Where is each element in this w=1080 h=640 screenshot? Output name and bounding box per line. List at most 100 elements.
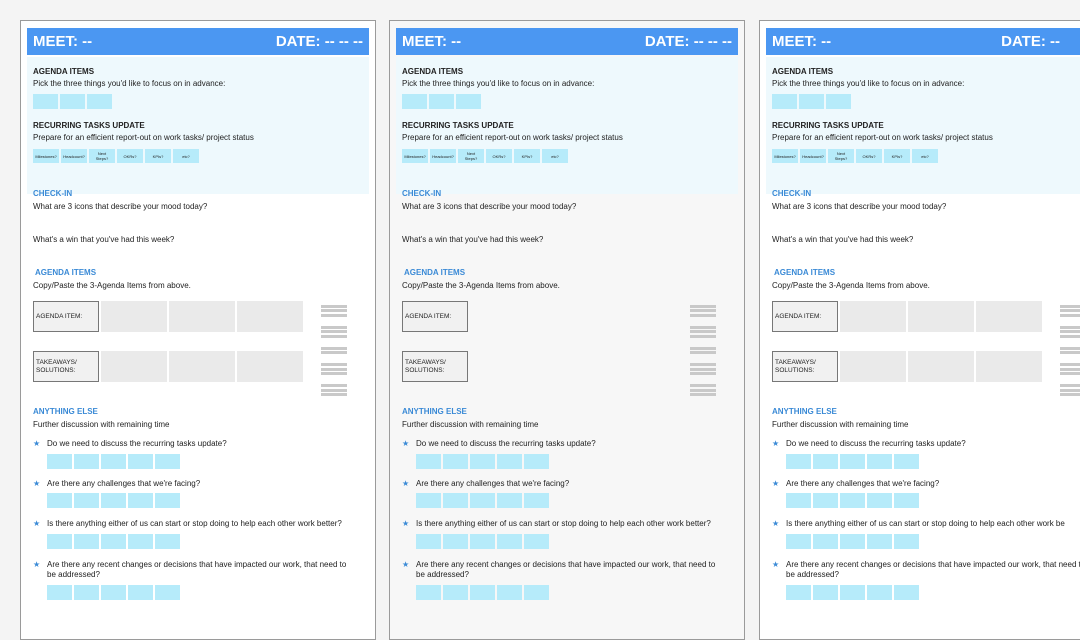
agenda-pick-box[interactable] bbox=[799, 94, 824, 109]
agenda-item-cell[interactable] bbox=[908, 301, 974, 332]
tag-etc[interactable]: etc? bbox=[173, 149, 199, 163]
tag-milestones[interactable]: Milestones? bbox=[772, 149, 798, 163]
answer-box[interactable] bbox=[840, 454, 865, 469]
answer-box[interactable] bbox=[128, 585, 153, 600]
answer-box[interactable] bbox=[47, 493, 72, 508]
tag-kpis[interactable]: KPIs? bbox=[514, 149, 540, 163]
answer-box[interactable] bbox=[47, 454, 72, 469]
tag-headcount[interactable]: Headcount? bbox=[61, 149, 87, 163]
answer-box[interactable] bbox=[786, 454, 811, 469]
agenda-item-cell[interactable] bbox=[169, 301, 235, 332]
answer-box[interactable] bbox=[813, 534, 838, 549]
answer-box[interactable] bbox=[47, 585, 72, 600]
answer-box[interactable] bbox=[894, 454, 919, 469]
answer-box[interactable] bbox=[443, 493, 468, 508]
answer-box[interactable] bbox=[867, 493, 892, 508]
answer-box[interactable] bbox=[840, 585, 865, 600]
agenda-pick-box[interactable] bbox=[772, 94, 797, 109]
answer-box[interactable] bbox=[470, 493, 495, 508]
answer-box[interactable] bbox=[524, 534, 549, 549]
agenda-pick-box[interactable] bbox=[826, 94, 851, 109]
tag-okrs[interactable]: OKRs? bbox=[856, 149, 882, 163]
answer-box[interactable] bbox=[497, 585, 522, 600]
answer-box[interactable] bbox=[524, 493, 549, 508]
answer-box[interactable] bbox=[128, 493, 153, 508]
answer-box[interactable] bbox=[128, 534, 153, 549]
tag-kpis[interactable]: KPIs? bbox=[145, 149, 171, 163]
answer-box[interactable] bbox=[443, 534, 468, 549]
agenda-item-cell[interactable] bbox=[237, 301, 303, 332]
answer-box[interactable] bbox=[416, 585, 441, 600]
answer-box[interactable] bbox=[155, 585, 180, 600]
answer-box[interactable] bbox=[47, 534, 72, 549]
tag-headcount[interactable]: Headcount? bbox=[800, 149, 826, 163]
answer-box[interactable] bbox=[813, 493, 838, 508]
tag-next-steps[interactable]: Next Steps? bbox=[458, 149, 484, 163]
agenda-item-cell[interactable] bbox=[101, 301, 167, 332]
answer-box[interactable] bbox=[813, 585, 838, 600]
takeaway-cell[interactable] bbox=[840, 351, 906, 382]
takeaway-cell[interactable] bbox=[976, 351, 1042, 382]
answer-box[interactable] bbox=[74, 534, 99, 549]
answer-box[interactable] bbox=[867, 454, 892, 469]
answer-box[interactable] bbox=[443, 585, 468, 600]
answer-box[interactable] bbox=[101, 454, 126, 469]
star-icon: ★ bbox=[772, 519, 780, 528]
answer-box[interactable] bbox=[101, 493, 126, 508]
answer-box[interactable] bbox=[416, 534, 441, 549]
answer-box[interactable] bbox=[867, 585, 892, 600]
answer-box[interactable] bbox=[840, 493, 865, 508]
answer-box[interactable] bbox=[443, 454, 468, 469]
takeaway-cell[interactable] bbox=[237, 351, 303, 382]
answer-box[interactable] bbox=[786, 493, 811, 508]
answer-box[interactable] bbox=[74, 454, 99, 469]
agenda-item-cell[interactable] bbox=[840, 301, 906, 332]
answer-box[interactable] bbox=[155, 454, 180, 469]
answer-box[interactable] bbox=[894, 585, 919, 600]
agenda-pick-box[interactable] bbox=[429, 94, 454, 109]
takeaway-cell[interactable] bbox=[908, 351, 974, 382]
answer-box[interactable] bbox=[74, 585, 99, 600]
answer-box[interactable] bbox=[840, 534, 865, 549]
answer-box[interactable] bbox=[416, 454, 441, 469]
tag-etc[interactable]: etc? bbox=[912, 149, 938, 163]
answer-box[interactable] bbox=[786, 585, 811, 600]
answer-box[interactable] bbox=[74, 493, 99, 508]
answer-box[interactable] bbox=[128, 454, 153, 469]
answer-box[interactable] bbox=[101, 534, 126, 549]
answer-box[interactable] bbox=[497, 454, 522, 469]
takeaway-cell[interactable] bbox=[101, 351, 167, 382]
answer-box[interactable] bbox=[894, 534, 919, 549]
agenda-pick-box[interactable] bbox=[87, 94, 112, 109]
answer-box[interactable] bbox=[101, 585, 126, 600]
answer-box[interactable] bbox=[155, 534, 180, 549]
answer-box[interactable] bbox=[524, 454, 549, 469]
tag-next-steps[interactable]: Next Steps? bbox=[89, 149, 115, 163]
agenda-pick-box[interactable] bbox=[402, 94, 427, 109]
answer-box[interactable] bbox=[813, 454, 838, 469]
agenda-pick-box[interactable] bbox=[60, 94, 85, 109]
tag-headcount[interactable]: Headcount? bbox=[430, 149, 456, 163]
tag-next-steps[interactable]: Next Steps? bbox=[828, 149, 854, 163]
answer-box[interactable] bbox=[894, 493, 919, 508]
answer-box[interactable] bbox=[867, 534, 892, 549]
answer-box[interactable] bbox=[155, 493, 180, 508]
answer-box[interactable] bbox=[470, 534, 495, 549]
answer-box[interactable] bbox=[470, 585, 495, 600]
tag-okrs[interactable]: OKRs? bbox=[486, 149, 512, 163]
answer-box[interactable] bbox=[497, 493, 522, 508]
tag-milestones[interactable]: Milestones? bbox=[402, 149, 428, 163]
agenda-pick-box[interactable] bbox=[456, 94, 481, 109]
agenda-item-cell[interactable] bbox=[976, 301, 1042, 332]
agenda-pick-box[interactable] bbox=[33, 94, 58, 109]
tag-okrs[interactable]: OKRs? bbox=[117, 149, 143, 163]
answer-box[interactable] bbox=[470, 454, 495, 469]
answer-box[interactable] bbox=[524, 585, 549, 600]
tag-kpis[interactable]: KPIs? bbox=[884, 149, 910, 163]
tag-etc[interactable]: etc? bbox=[542, 149, 568, 163]
answer-box[interactable] bbox=[497, 534, 522, 549]
takeaway-cell[interactable] bbox=[169, 351, 235, 382]
answer-box[interactable] bbox=[786, 534, 811, 549]
tag-milestones[interactable]: Milestones? bbox=[33, 149, 59, 163]
answer-box[interactable] bbox=[416, 493, 441, 508]
